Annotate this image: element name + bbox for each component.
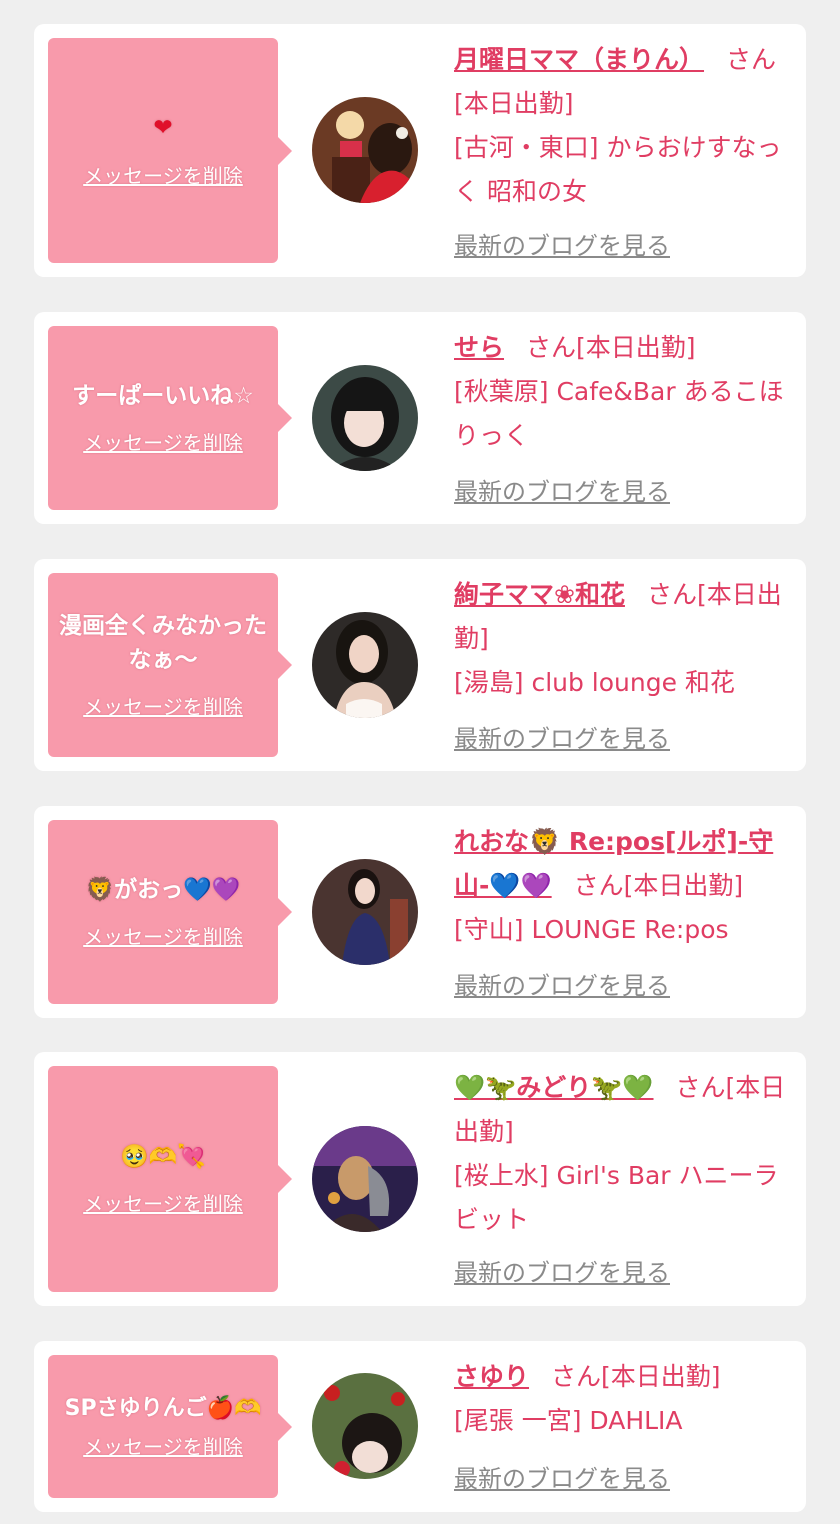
card-info: さゆり さん[本日出勤] [尾張 一宮] DAHLIA xyxy=(454,1355,788,1443)
card-info: せら さん[本日出勤] [秋葉原] Cafe&Bar あるこほりっく xyxy=(454,326,788,458)
avatar[interactable] xyxy=(312,1373,418,1479)
delete-message-link[interactable]: メッセージを削除 xyxy=(83,1431,243,1460)
latest-blog-link[interactable]: 最新のブログを見る xyxy=(454,226,670,261)
message-bubble: SPさゆりんご🍎🫶 メッセージを削除 xyxy=(48,1355,292,1498)
message-text: 🦁がおっ💙💜 xyxy=(85,876,241,903)
card-info: 💚🦖みどり🦖💚 さん[本日出勤] [桜上水] Girl's Bar ハニーラビット xyxy=(454,1066,788,1242)
user-name-link[interactable]: せら xyxy=(454,333,504,362)
delete-message-link[interactable]: メッセージを削除 xyxy=(83,921,243,950)
message-bubble: すーぱーいいね☆ メッセージを削除 xyxy=(48,326,292,510)
user-name-link[interactable]: 月曜日ママ（まりん） xyxy=(454,45,704,74)
message-bubble: ❤ メッセージを削除 xyxy=(48,38,292,263)
message-bubble: 🦁がおっ💙💜 メッセージを削除 xyxy=(48,820,292,1004)
status-text: さん[本日出勤] xyxy=(573,871,744,900)
avatar[interactable] xyxy=(312,859,418,965)
delete-message-link[interactable]: メッセージを削除 xyxy=(83,691,243,720)
list-item: 🦁がおっ💙💜 メッセージを削除 れおな🦁 Re:pos[ルポ]-守山-💙💜 さん[… xyxy=(34,806,806,1018)
user-name-link[interactable]: 絢子ママ❀和花 xyxy=(454,580,625,609)
avatar[interactable] xyxy=(312,612,418,718)
avatar[interactable] xyxy=(312,1126,418,1232)
avatar[interactable] xyxy=(312,365,418,471)
status-text: さん[本日出勤] xyxy=(551,1362,721,1391)
message-text: ❤ xyxy=(153,115,173,142)
latest-blog-link[interactable]: 最新のブログを見る xyxy=(454,1459,670,1494)
latest-blog-link[interactable]: 最新のブログを見る xyxy=(454,472,670,507)
latest-blog-link[interactable]: 最新のブログを見る xyxy=(454,1253,670,1288)
message-text: 🥹🫶💘 xyxy=(120,1143,206,1170)
card-info: れおな🦁 Re:pos[ルポ]-守山-💙💜 さん[本日出勤] [守山] LOUNG… xyxy=(454,820,788,952)
list-item: 漫画全くみなかったなぁ〜 メッセージを削除 絢子ママ❀和花 さん[本日出勤] [湯… xyxy=(34,559,806,771)
shop-text: [尾張 一宮] DAHLIA xyxy=(454,1406,683,1435)
shop-text: [古河・東口] からおけすなっく 昭和の女 xyxy=(454,133,782,206)
message-list: ❤ メッセージを削除 月曜日ママ（まりん） さん[本日出勤] [古河・東口] から… xyxy=(0,0,840,1524)
delete-message-link[interactable]: メッセージを削除 xyxy=(83,160,243,189)
avatar[interactable] xyxy=(312,97,418,203)
shop-text: [秋葉原] Cafe&Bar あるこほりっく xyxy=(454,377,784,450)
latest-blog-link[interactable]: 最新のブログを見る xyxy=(454,966,670,1001)
message-text: SPさゆりんご🍎🫶 xyxy=(64,1396,262,1422)
card-info: 絢子ママ❀和花 さん[本日出勤] [湯島] club lounge 和花 xyxy=(454,573,788,705)
user-name-link[interactable]: さゆり xyxy=(454,1362,529,1391)
card-info: 月曜日ママ（まりん） さん[本日出勤] [古河・東口] からおけすなっく 昭和の女 xyxy=(454,38,788,214)
message-text: 漫画全くみなかったなぁ〜 xyxy=(59,613,267,673)
list-item: 🥹🫶💘 メッセージを削除 💚🦖みどり🦖💚 さん[本日出勤] [桜上水] Girl'… xyxy=(34,1052,806,1306)
shop-text: [湯島] club lounge 和花 xyxy=(454,668,735,697)
shop-text: [桜上水] Girl's Bar ハニーラビット xyxy=(454,1161,779,1234)
list-item: すーぱーいいね☆ メッセージを削除 せら さん[本日出勤] [秋葉原] Cafe&… xyxy=(34,312,806,524)
user-name-link[interactable]: 💚🦖みどり🦖💚 xyxy=(454,1073,654,1102)
message-bubble: 漫画全くみなかったなぁ〜 メッセージを削除 xyxy=(48,573,292,757)
list-item: ❤ メッセージを削除 月曜日ママ（まりん） さん[本日出勤] [古河・東口] から… xyxy=(34,24,806,277)
list-item: SPさゆりんご🍎🫶 メッセージを削除 さゆり さん[本日出勤] [尾張 一宮] D… xyxy=(34,1341,806,1512)
delete-message-link[interactable]: メッセージを削除 xyxy=(83,1188,243,1217)
latest-blog-link[interactable]: 最新のブログを見る xyxy=(454,719,670,754)
delete-message-link[interactable]: メッセージを削除 xyxy=(83,427,243,456)
message-text: すーぱーいいね☆ xyxy=(72,382,254,409)
shop-text: [守山] LOUNGE Re:pos xyxy=(454,915,729,944)
status-text: さん[本日出勤] xyxy=(526,333,696,362)
message-bubble: 🥹🫶💘 メッセージを削除 xyxy=(48,1066,292,1292)
